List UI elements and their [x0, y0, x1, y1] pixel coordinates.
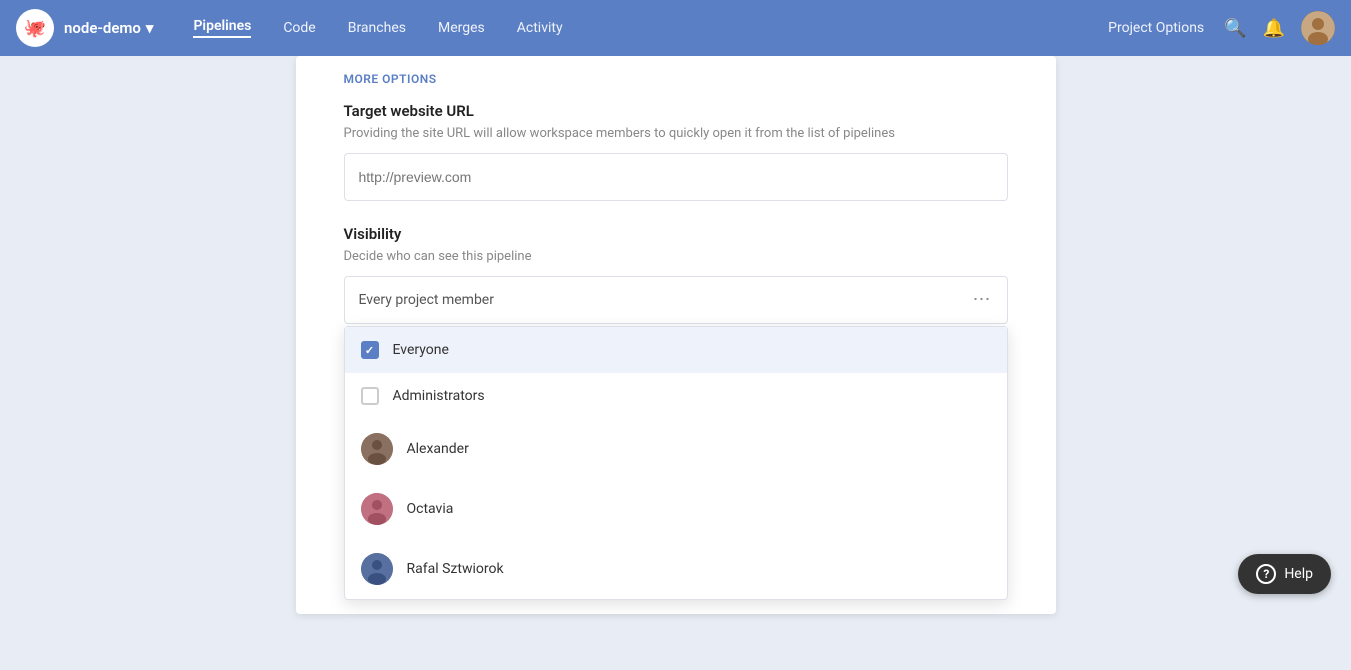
visibility-current-value: Every project member [359, 292, 494, 308]
target-url-group: Target website URL Providing the site UR… [344, 102, 1008, 201]
alexander-label: Alexander [407, 441, 469, 457]
main-content: MORE OPTIONS Target website URL Providin… [0, 56, 1351, 614]
visibility-select-container: Every project member ⋯ Everyone Administ… [344, 276, 1008, 324]
nav-links: Pipelines Code Branches Merges Activity [193, 18, 1108, 38]
administrators-label: Administrators [393, 388, 485, 404]
target-url-description: Providing the site URL will allow worksp… [344, 126, 1008, 141]
checkbox-administrators[interactable] [361, 387, 379, 405]
dropdown-item-everyone[interactable]: Everyone [345, 327, 1007, 373]
target-url-input[interactable] [344, 153, 1008, 201]
panel: MORE OPTIONS Target website URL Providin… [296, 56, 1056, 614]
app-logo[interactable]: 🐙 [16, 9, 54, 47]
chevron-down-icon: ▾ [146, 19, 154, 37]
bell-icon[interactable]: 🔔 [1263, 18, 1285, 39]
avatar-rafal [361, 553, 393, 585]
more-options-link[interactable]: MORE OPTIONS [344, 56, 1008, 102]
dropdown-item-alexander[interactable]: Alexander [345, 419, 1007, 479]
avatar-alexander [361, 433, 393, 465]
options-dots-icon[interactable]: ⋯ [973, 291, 993, 309]
help-circle-icon: ? [1256, 564, 1276, 584]
nav-branches[interactable]: Branches [348, 20, 406, 36]
octavia-label: Octavia [407, 501, 454, 517]
nav-merges[interactable]: Merges [438, 20, 485, 36]
project-selector[interactable]: node-demo ▾ [64, 19, 153, 37]
dropdown-item-octavia[interactable]: Octavia [345, 479, 1007, 539]
navbar-icons: 🔍 🔔 [1224, 11, 1335, 45]
project-options-link[interactable]: Project Options [1108, 20, 1204, 36]
help-fab[interactable]: ? Help [1238, 554, 1331, 594]
visibility-label: Visibility [344, 225, 1008, 243]
navbar: 🐙 node-demo ▾ Pipelines Code Branches Me… [0, 0, 1351, 56]
navbar-right: Project Options 🔍 🔔 [1108, 11, 1335, 45]
help-fab-label: Help [1284, 566, 1313, 582]
visibility-description: Decide who can see this pipeline [344, 249, 1008, 264]
visibility-select[interactable]: Every project member ⋯ [344, 276, 1008, 324]
project-name: node-demo [64, 19, 141, 37]
everyone-label: Everyone [393, 342, 449, 358]
nav-activity[interactable]: Activity [517, 20, 563, 36]
user-avatar[interactable] [1301, 11, 1335, 45]
checkbox-everyone[interactable] [361, 341, 379, 359]
search-icon[interactable]: 🔍 [1224, 18, 1246, 39]
nav-pipelines[interactable]: Pipelines [193, 18, 251, 38]
rafal-label: Rafal Sztwiorok [407, 561, 504, 577]
visibility-dropdown: Everyone Administrators [344, 326, 1008, 600]
nav-code[interactable]: Code [283, 20, 315, 36]
avatar-octavia [361, 493, 393, 525]
target-url-label: Target website URL [344, 102, 1008, 120]
dropdown-item-rafal[interactable]: Rafal Sztwiorok [345, 539, 1007, 599]
visibility-group: Visibility Decide who can see this pipel… [344, 225, 1008, 324]
dropdown-item-administrators[interactable]: Administrators [345, 373, 1007, 419]
